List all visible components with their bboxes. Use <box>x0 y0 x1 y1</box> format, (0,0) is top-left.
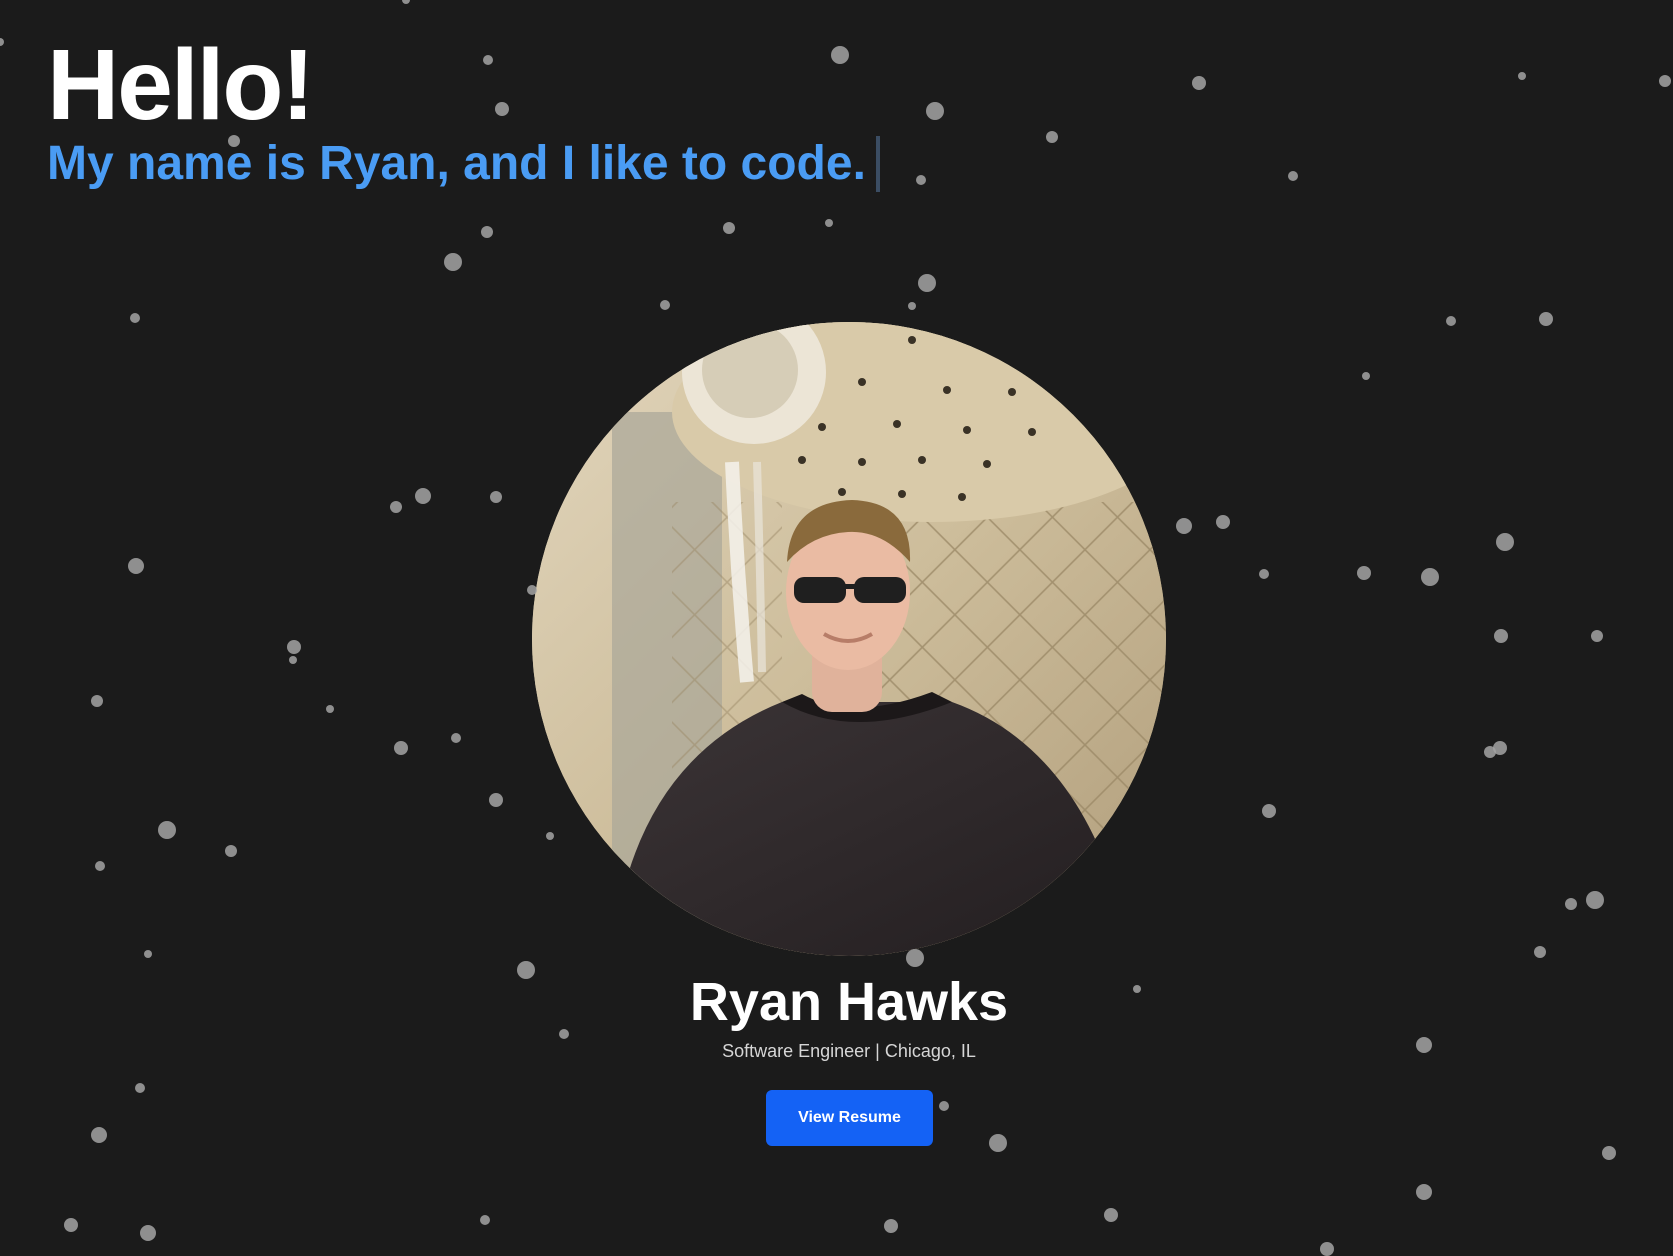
particle-dot <box>1192 76 1206 90</box>
hero-header: Hello! My name is Ryan, and I like to co… <box>47 30 880 194</box>
particle-dot <box>128 558 144 574</box>
profile-photo <box>532 322 1166 956</box>
particle-dot <box>1539 312 1553 326</box>
particle-dot <box>415 488 431 504</box>
particle-dot <box>140 1225 156 1241</box>
particle-dot <box>1416 1184 1432 1200</box>
particle-dot <box>394 741 408 755</box>
particle-dot <box>1046 131 1058 143</box>
particle-dot <box>916 175 926 185</box>
particle-dot <box>402 0 410 4</box>
particle-dot <box>1176 518 1192 534</box>
particle-dot <box>1262 804 1276 818</box>
particle-dot <box>289 656 297 664</box>
particle-dot <box>1259 569 1269 579</box>
particle-dot <box>1421 568 1439 586</box>
particle-dot <box>95 861 105 871</box>
particle-dot <box>489 793 503 807</box>
particle-dot <box>926 102 944 120</box>
particle-dot <box>1288 171 1298 181</box>
particle-dot <box>660 300 670 310</box>
particle-dot <box>918 274 936 292</box>
particle-dot <box>1104 1208 1118 1222</box>
particle-dot <box>130 313 140 323</box>
greeting-heading: Hello! <box>47 29 315 141</box>
particle-dot <box>939 1101 949 1111</box>
particle-dot <box>1534 946 1546 958</box>
particle-dot <box>1496 533 1514 551</box>
text-cursor-icon <box>875 136 880 192</box>
particle-dot <box>64 1218 78 1232</box>
particle-dot <box>1357 566 1371 580</box>
particle-dot <box>1659 75 1671 87</box>
particle-dot <box>1216 515 1230 529</box>
particle-dot <box>1320 1242 1334 1256</box>
particle-dot <box>723 222 735 234</box>
particle-dot <box>326 705 334 713</box>
hero-page: Hello! My name is Ryan, and I like to co… <box>0 0 1673 1256</box>
particle-dot <box>481 226 493 238</box>
particle-dot <box>135 1083 145 1093</box>
particle-dot <box>906 949 924 967</box>
particle-dot <box>1565 898 1577 910</box>
particle-dot <box>91 695 103 707</box>
particle-dot <box>480 1215 490 1225</box>
particle-dot <box>825 219 833 227</box>
particle-dot <box>884 1219 898 1233</box>
particle-dot <box>390 501 402 513</box>
typed-tagline: My name is Ryan, and I like to code. <box>47 137 866 190</box>
particle-dot <box>287 640 301 654</box>
particle-dot <box>1484 746 1496 758</box>
profile-subtitle: Software Engineer | Chicago, IL <box>722 1041 976 1061</box>
particle-dot <box>1446 316 1456 326</box>
particle-dot <box>1362 372 1370 380</box>
particle-dot <box>91 1127 107 1143</box>
tagline-row: My name is Ryan, and I like to code. <box>47 134 880 194</box>
particle-dot <box>546 832 554 840</box>
particle-dot <box>158 821 176 839</box>
particle-dot <box>225 845 237 857</box>
particle-dot <box>451 733 461 743</box>
view-resume-button[interactable]: View Resume <box>766 1090 933 1146</box>
particle-dot <box>1493 741 1507 755</box>
particle-dot <box>144 950 152 958</box>
particle-dot <box>0 38 4 46</box>
particle-dot <box>1602 1146 1616 1160</box>
particle-dot <box>490 491 502 503</box>
profile-name: Ryan Hawks <box>689 972 1009 1032</box>
particle-dot <box>989 1134 1007 1152</box>
portrait-photo <box>532 322 1166 956</box>
particle-dot <box>1591 630 1603 642</box>
particle-dot <box>1518 72 1526 80</box>
particle-dot <box>1586 891 1604 909</box>
particle-dot <box>908 302 916 310</box>
particle-dot <box>444 253 462 271</box>
particle-dot <box>1494 629 1508 643</box>
